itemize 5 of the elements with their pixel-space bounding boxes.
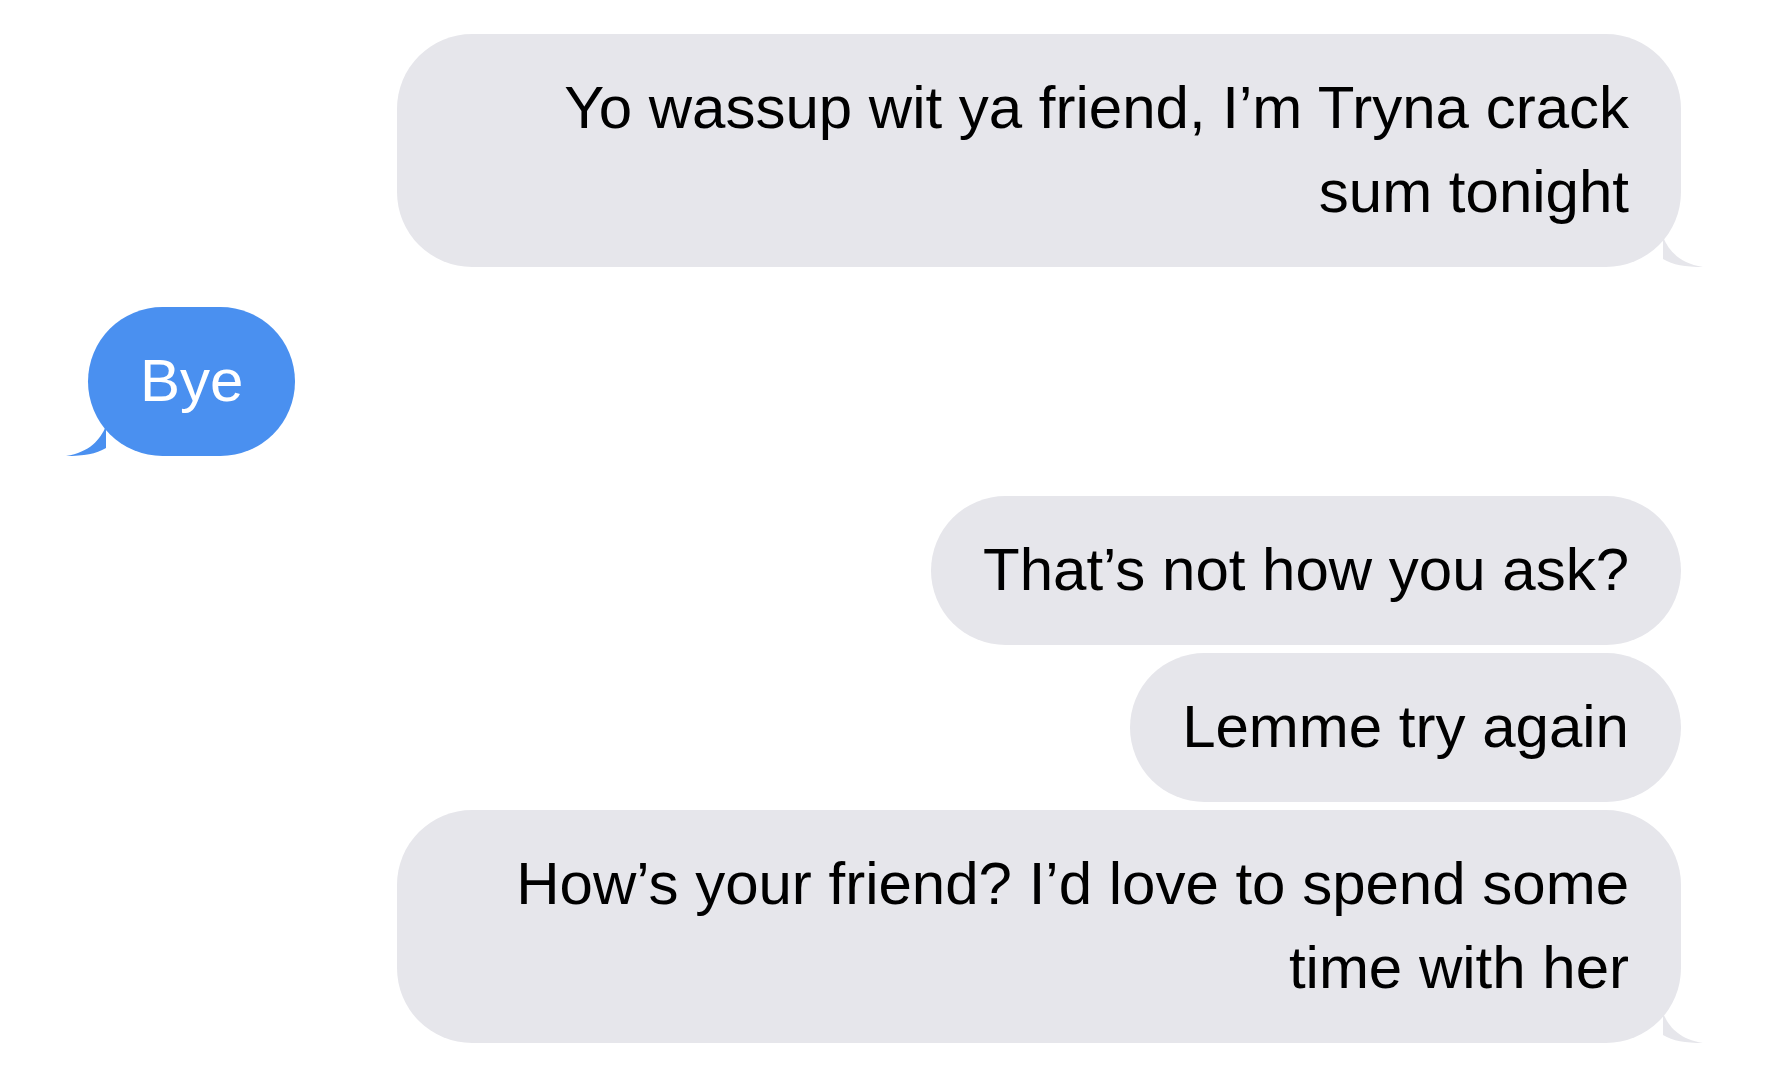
- message-bubble: That’s not how you ask?: [931, 496, 1681, 645]
- message-bubble: Bye: [88, 307, 296, 456]
- message-bubble: Lemme try again: [1130, 653, 1681, 802]
- message-bubble: Yo wassup wit ya friend, I’m Tryna crack sum tonight: [397, 34, 1681, 267]
- message-bubble: How’s your friend? I’d love to spend some time with her: [397, 810, 1681, 1043]
